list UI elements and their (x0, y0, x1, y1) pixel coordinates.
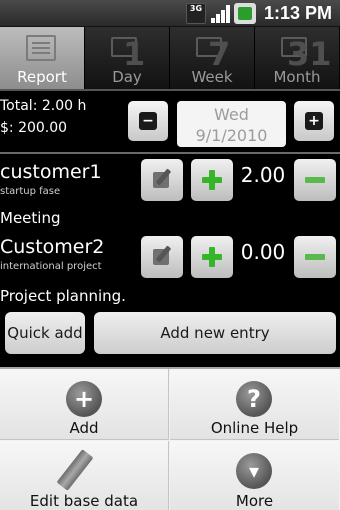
menu-item-edit-base-data[interactable]: Edit base data (0, 441, 169, 510)
entry-hours: 0.00 (240, 240, 286, 264)
network-3g-icon: 3G (186, 3, 206, 24)
edit-entry-button[interactable] (141, 236, 183, 278)
increase-hours-button[interactable] (191, 236, 233, 278)
date-value: 9/1/2010 (195, 126, 268, 145)
add-glyph: + (73, 385, 95, 413)
total-hours: Total: 2.00 h (0, 98, 87, 114)
quick-add-button[interactable]: Quick add (5, 312, 85, 354)
pencil-icon (56, 449, 94, 491)
decrease-hours-button[interactable] (294, 236, 336, 278)
status-bar: 3G 1:13 PM (0, 0, 340, 27)
plus-icon: + (305, 112, 323, 130)
total-money: $: 200.00 (0, 120, 68, 136)
date-display[interactable]: Wed 9/1/2010 (177, 101, 286, 147)
entry-task: Project planning. (0, 287, 126, 305)
tab-week-label: Week (191, 68, 233, 86)
menu-item-label: Online Help (210, 419, 299, 437)
tab-report-label: Report (17, 68, 67, 86)
tab-day-label: Day (112, 68, 142, 86)
menu-item-add[interactable]: + Add (0, 369, 169, 440)
status-icons: 3G (186, 3, 256, 24)
menu-item-more[interactable]: ▾ More (170, 441, 339, 510)
report-icon (26, 35, 56, 61)
options-menu: + Add ? Online Help Edit base data ▾ Mor… (0, 367, 340, 510)
tab-day[interactable]: 1 Day (85, 27, 170, 89)
more-glyph: ▾ (248, 459, 260, 483)
next-date-button[interactable]: + (294, 101, 334, 141)
edit-entry-button[interactable] (141, 159, 183, 201)
tab-month[interactable]: 31 Month (255, 27, 340, 89)
entry-project: startup fase (0, 186, 61, 197)
tab-bar: Report 1 Day 7 Week 31 Month (0, 27, 340, 91)
entry-hours: 2.00 (240, 163, 286, 187)
entry-customer: Customer2 (0, 236, 105, 258)
app-screen: 3G 1:13 PM Report 1 Day 7 Week 31 Month … (0, 0, 340, 510)
tab-month-label: Month (273, 68, 321, 86)
help-glyph: ? (247, 385, 261, 413)
divider (0, 152, 340, 154)
decrease-hours-button[interactable] (294, 159, 336, 201)
date-weekday: Wed (214, 105, 249, 124)
menu-item-label: Edit base data (29, 492, 139, 510)
add-new-entry-button[interactable]: Add new entry (94, 312, 336, 354)
minus-icon: − (139, 112, 157, 130)
battery-icon (234, 3, 256, 24)
previous-date-button[interactable]: − (128, 101, 168, 141)
tab-week[interactable]: 7 Week (170, 27, 255, 89)
edit-icon (153, 249, 169, 265)
summary: Total: 2.00 h $: 200.00 (0, 95, 86, 139)
menu-item-label: Add (69, 419, 99, 437)
entry-project: international project (0, 261, 102, 272)
tab-report[interactable]: Report (0, 27, 85, 89)
status-time: 1:13 PM (263, 3, 332, 23)
entry-task: Meeting (0, 209, 61, 227)
menu-item-label: More (235, 492, 274, 510)
menu-item-online-help[interactable]: ? Online Help (170, 369, 339, 440)
edit-icon (153, 172, 169, 188)
increase-hours-button[interactable] (191, 159, 233, 201)
signal-strength-icon (209, 3, 231, 24)
entry-customer: customer1 (0, 161, 102, 183)
network-label: 3G (189, 4, 203, 13)
